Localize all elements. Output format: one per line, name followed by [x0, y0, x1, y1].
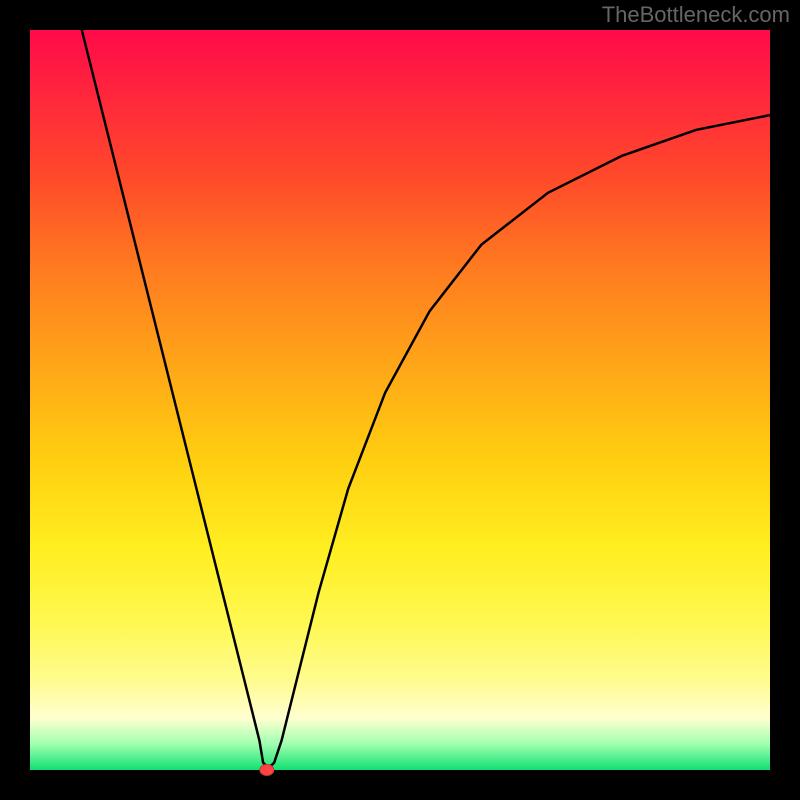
minimum-marker [260, 765, 274, 776]
bottleneck-chart [0, 0, 800, 800]
chart-container: TheBottleneck.com [0, 0, 800, 800]
watermark-text: TheBottleneck.com [602, 2, 790, 28]
gradient-background [30, 30, 770, 770]
